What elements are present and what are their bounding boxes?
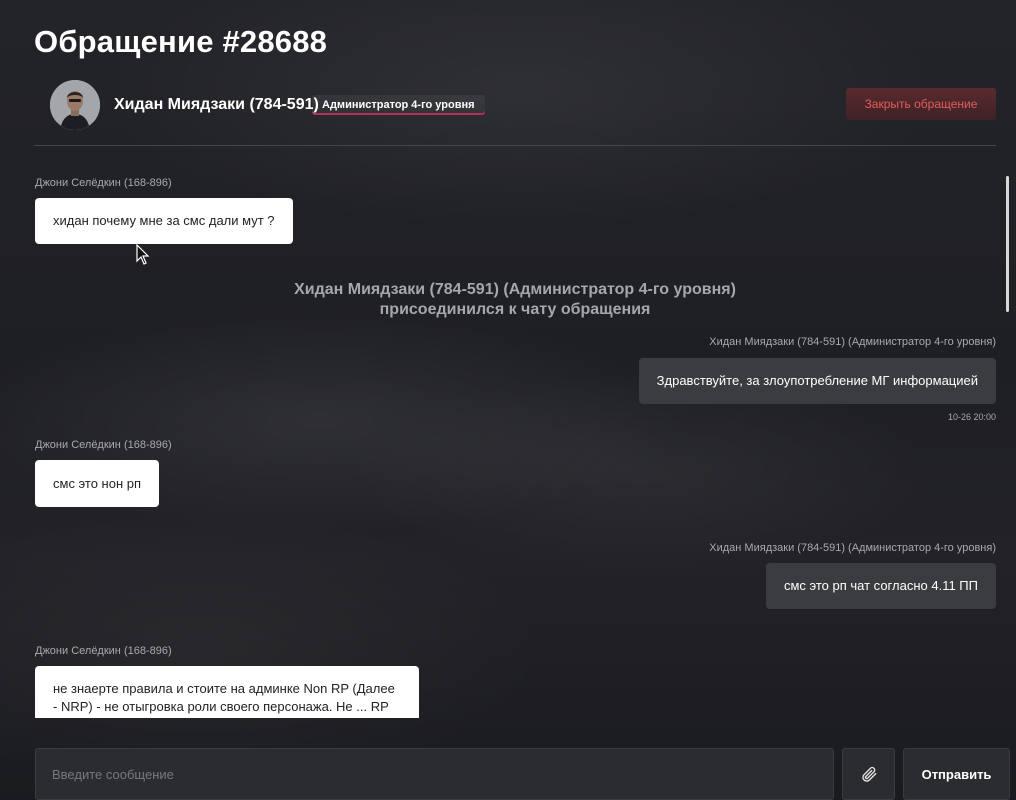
send-button[interactable]: Отправить: [903, 748, 1010, 800]
message-author: Хидан Миядзаки (784-591) (Администратор …: [709, 336, 996, 348]
message-bubble-incoming: не знаерте правила и стоите на админке N…: [35, 666, 419, 718]
mouse-pointer-icon: [136, 244, 150, 265]
admin-name: Хидан Миядзаки (784-591): [114, 96, 319, 113]
message-author: Джони Селёдкин (168-896): [35, 439, 172, 451]
system-message-line: Хидан Миядзаки (784-591) (Администратор …: [294, 281, 736, 298]
user-avatar-icon: [50, 80, 100, 130]
message-input[interactable]: [35, 748, 834, 800]
rank-badge: Администратор 4-го уровня: [312, 95, 485, 115]
message-bubble-incoming: хидан почему мне за смс дали мут ?: [35, 198, 293, 244]
message-bubble-outgoing: смс это рп чат согласно 4.11 ПП: [765, 563, 996, 609]
paperclip-icon: [861, 766, 876, 782]
message-composer: Отправить: [35, 748, 1010, 800]
message-timestamp: 10-26 20:00: [947, 412, 996, 422]
system-message: Хидан Миядзаки (784-591) (Администратор …: [34, 280, 996, 320]
message-bubble-incoming: смс это нон рп: [35, 460, 160, 507]
avatar: [50, 80, 100, 130]
system-message-line: присоединился к чату обращения: [379, 301, 651, 318]
attach-button[interactable]: [842, 748, 895, 800]
close-ticket-button[interactable]: Закрыть обращение: [846, 88, 996, 120]
admin-header: Хидан Миядзаки (784-591) Администратор 4…: [50, 80, 996, 130]
chat-area[interactable]: Джони Селёдкин (168-896) хидан почему мн…: [34, 160, 1002, 718]
divider: [34, 145, 996, 146]
message-bubble-outgoing: Здравствуйте, за злоупотребление МГ инфо…: [638, 358, 996, 404]
message-author: Джони Селёдкин (168-896): [35, 645, 172, 657]
message-author: Джони Селёдкин (168-896): [35, 177, 172, 189]
chat-scrollbar[interactable]: [1006, 176, 1009, 312]
message-author: Хидан Миядзаки (784-591) (Администратор …: [709, 542, 996, 554]
page-title: Обращение #28688: [34, 24, 328, 59]
